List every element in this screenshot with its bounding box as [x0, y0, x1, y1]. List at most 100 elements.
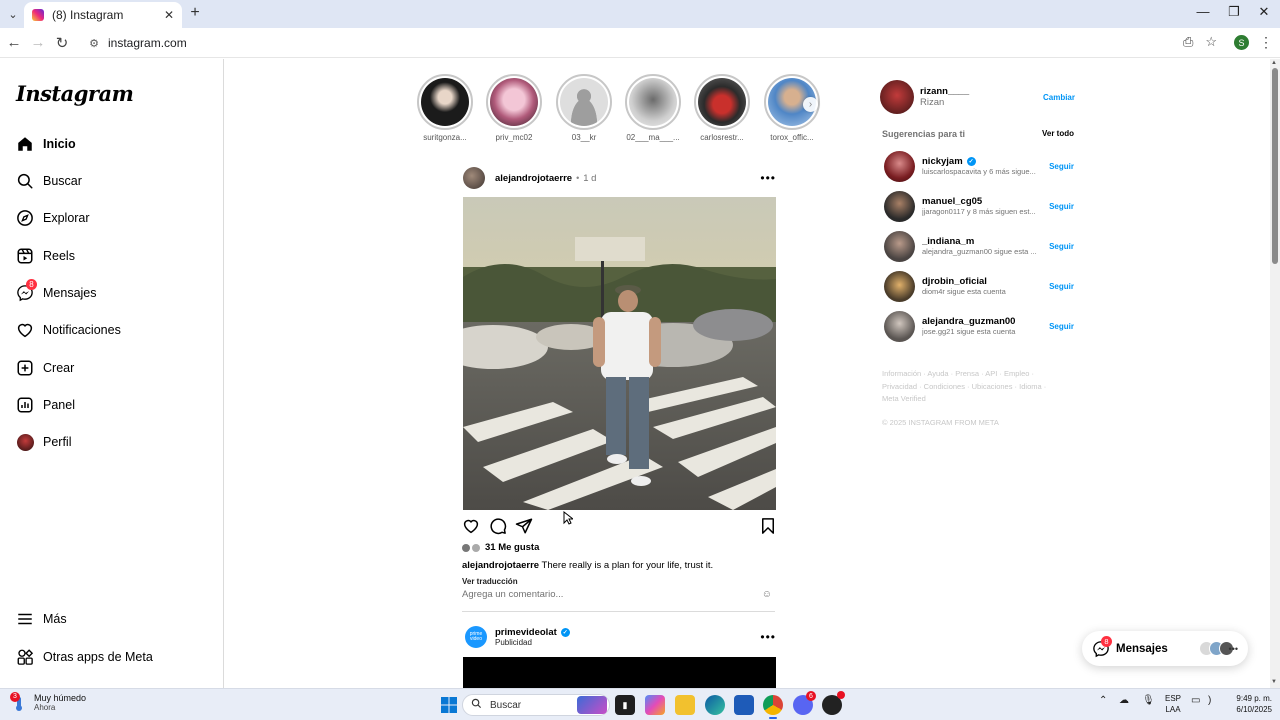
- scroll-up-arrow-icon[interactable]: ▲: [1271, 60, 1277, 66]
- sidebar-item-explorar[interactable]: Explorar: [16, 206, 90, 230]
- emoji-icon[interactable]: ☺: [762, 589, 772, 600]
- scrollbar-thumb[interactable]: [1272, 68, 1278, 264]
- story-item[interactable]: 02___ma___...: [625, 74, 681, 142]
- caption-username[interactable]: alejandrojotaerre: [462, 560, 539, 571]
- system-clock[interactable]: 9:49 p. m. 6/10/2025: [1218, 693, 1272, 715]
- sidebar-item-reels[interactable]: Reels: [16, 244, 75, 268]
- footer-links-row[interactable]: Meta Verified: [882, 393, 1062, 406]
- share-send-icon[interactable]: [515, 517, 533, 535]
- site-info-icon[interactable]: ⚙: [86, 37, 102, 50]
- edge-browser-icon[interactable]: [705, 695, 725, 715]
- current-user-avatar[interactable]: [880, 80, 914, 114]
- display-icon[interactable]: ▭: [1191, 695, 1200, 706]
- story-item[interactable]: 03__kr: [556, 74, 612, 142]
- browser-tab-instagram[interactable]: (8) Instagram ✕: [24, 2, 182, 28]
- post-likes[interactable]: 31 Me gusta: [462, 542, 539, 553]
- post-photo[interactable]: [463, 197, 776, 510]
- minimize-icon[interactable]: —: [1193, 4, 1213, 19]
- suggestion-username[interactable]: manuel_cg05: [922, 196, 1043, 207]
- see-translation-link[interactable]: Ver traducción: [462, 577, 518, 586]
- address-bar[interactable]: ⚙ instagram.com ⎙ ☆: [80, 31, 1225, 55]
- browser-profile-avatar[interactable]: S: [1234, 35, 1249, 50]
- follow-button[interactable]: Seguir: [1049, 282, 1074, 291]
- suggestion-avatar[interactable]: [884, 230, 915, 262]
- story-item[interactable]: priv_mc02: [486, 74, 542, 142]
- switch-account-button[interactable]: Cambiar: [1043, 93, 1075, 102]
- post-author-avatar[interactable]: [463, 167, 485, 189]
- sidebar-item-mas[interactable]: Más: [16, 607, 67, 631]
- sidebar-item-mensajes[interactable]: 8 Mensajes: [16, 279, 97, 305]
- tab-search-chevron-icon[interactable]: ⌄: [4, 5, 22, 23]
- post-author-name[interactable]: primevideolat ✓: [495, 627, 570, 638]
- task-view-icon[interactable]: ▮: [615, 695, 635, 715]
- microphone-icon[interactable]: 🎙: [1142, 695, 1155, 706]
- suggestion-username[interactable]: alejandra_guzman00: [922, 316, 1043, 327]
- post-author-avatar[interactable]: prime video: [465, 626, 487, 648]
- follow-button[interactable]: Seguir: [1049, 162, 1074, 171]
- reload-icon[interactable]: ↻: [53, 34, 71, 52]
- instagram-logo[interactable]: Instagram: [16, 81, 134, 106]
- current-user-username[interactable]: rizann____: [920, 86, 969, 97]
- onedrive-cloud-icon[interactable]: ☁: [1119, 695, 1129, 706]
- copilot-icon[interactable]: [645, 695, 665, 715]
- forward-arrow-icon[interactable]: →: [29, 34, 47, 51]
- taskbar-search[interactable]: Buscar: [462, 694, 610, 716]
- sidebar-item-inicio[interactable]: Inicio: [16, 132, 76, 156]
- comment-bubble-icon[interactable]: [489, 517, 507, 535]
- post-author-username[interactable]: alejandrojotaerre: [495, 173, 572, 184]
- tray-overflow-chevron-icon[interactable]: ⌃: [1099, 695, 1107, 706]
- suggestion-avatar[interactable]: [884, 150, 915, 182]
- messages-floating-button[interactable]: 8 Mensajes •••: [1082, 631, 1248, 666]
- chrome-icon[interactable]: [763, 695, 783, 715]
- language-code: ESP: [1164, 694, 1181, 703]
- follow-button[interactable]: Seguir: [1049, 202, 1074, 211]
- follow-button[interactable]: Seguir: [1049, 322, 1074, 331]
- post-options-icon[interactable]: •••: [760, 171, 776, 185]
- restore-icon[interactable]: ❐: [1224, 4, 1244, 20]
- likes-count: 31 Me gusta: [485, 542, 540, 553]
- wifi-icon[interactable]: ): [1208, 695, 1211, 706]
- sidebar-item-panel[interactable]: Panel: [16, 393, 75, 417]
- story-item[interactable]: suritgonza...: [417, 74, 473, 142]
- stories-next-arrow-icon[interactable]: ›: [803, 97, 818, 112]
- sidebar-item-buscar[interactable]: Buscar: [16, 169, 82, 193]
- sidebar-item-perfil[interactable]: Perfil: [16, 430, 71, 454]
- story-item[interactable]: carlosrestr...: [694, 74, 750, 142]
- post-options-icon[interactable]: •••: [760, 630, 776, 644]
- suggestion-avatar[interactable]: [884, 310, 915, 342]
- sidebar-item-notificaciones[interactable]: Notificaciones: [16, 318, 121, 342]
- sidebar-item-meta-apps[interactable]: Otras apps de Meta: [16, 645, 153, 669]
- suggestion-username[interactable]: nickyjam ✓: [922, 156, 1043, 167]
- suggestion-username[interactable]: djrobin_oficial: [922, 276, 1043, 287]
- file-explorer-icon[interactable]: [675, 695, 695, 715]
- window-close-icon[interactable]: ✕: [1254, 4, 1274, 20]
- footer-links-row[interactable]: Información · Ayuda · Prensa · API · Emp…: [882, 368, 1062, 381]
- comment-input[interactable]: Agrega un comentario... ☺: [462, 589, 775, 600]
- tab-close-icon[interactable]: ✕: [164, 8, 174, 22]
- sidebar-item-crear[interactable]: Crear: [16, 356, 74, 380]
- footer-links-row[interactable]: Privacidad · Condiciones · Ubicaciones ·…: [882, 381, 1062, 394]
- bookmark-star-icon[interactable]: ☆: [1205, 34, 1217, 50]
- discord-icon[interactable]: 6: [793, 691, 816, 715]
- browser-menu-icon[interactable]: ⋮: [1259, 34, 1273, 51]
- scroll-down-arrow-icon[interactable]: ▼: [1271, 679, 1277, 685]
- suggestion-avatar[interactable]: [884, 190, 915, 222]
- like-heart-icon[interactable]: [462, 517, 480, 535]
- install-app-icon[interactable]: ⎙: [1183, 34, 1193, 50]
- weather-widget[interactable]: 3 Muy húmedo Ahora: [10, 691, 86, 712]
- windows-start-icon[interactable]: [439, 695, 459, 715]
- suggestion-avatar[interactable]: [884, 270, 915, 302]
- language-indicator[interactable]: ESP LAA: [1162, 693, 1184, 715]
- post-video[interactable]: [463, 657, 776, 688]
- new-tab-plus-icon[interactable]: +: [186, 4, 204, 22]
- follow-button[interactable]: Seguir: [1049, 242, 1074, 251]
- app-icon[interactable]: [822, 691, 845, 715]
- verified-badge-icon: ✓: [966, 157, 976, 166]
- back-arrow-icon[interactable]: ←: [5, 34, 23, 51]
- microsoft-store-icon[interactable]: [734, 695, 754, 715]
- suggestion-username[interactable]: _indiana_m: [922, 236, 1043, 247]
- see-all-link[interactable]: Ver todo: [1042, 129, 1074, 138]
- browser-tab-bar: ⌄ (8) Instagram ✕ + — ❐ ✕: [0, 0, 1280, 28]
- save-bookmark-icon[interactable]: [759, 517, 777, 535]
- story-ring: [486, 74, 542, 130]
